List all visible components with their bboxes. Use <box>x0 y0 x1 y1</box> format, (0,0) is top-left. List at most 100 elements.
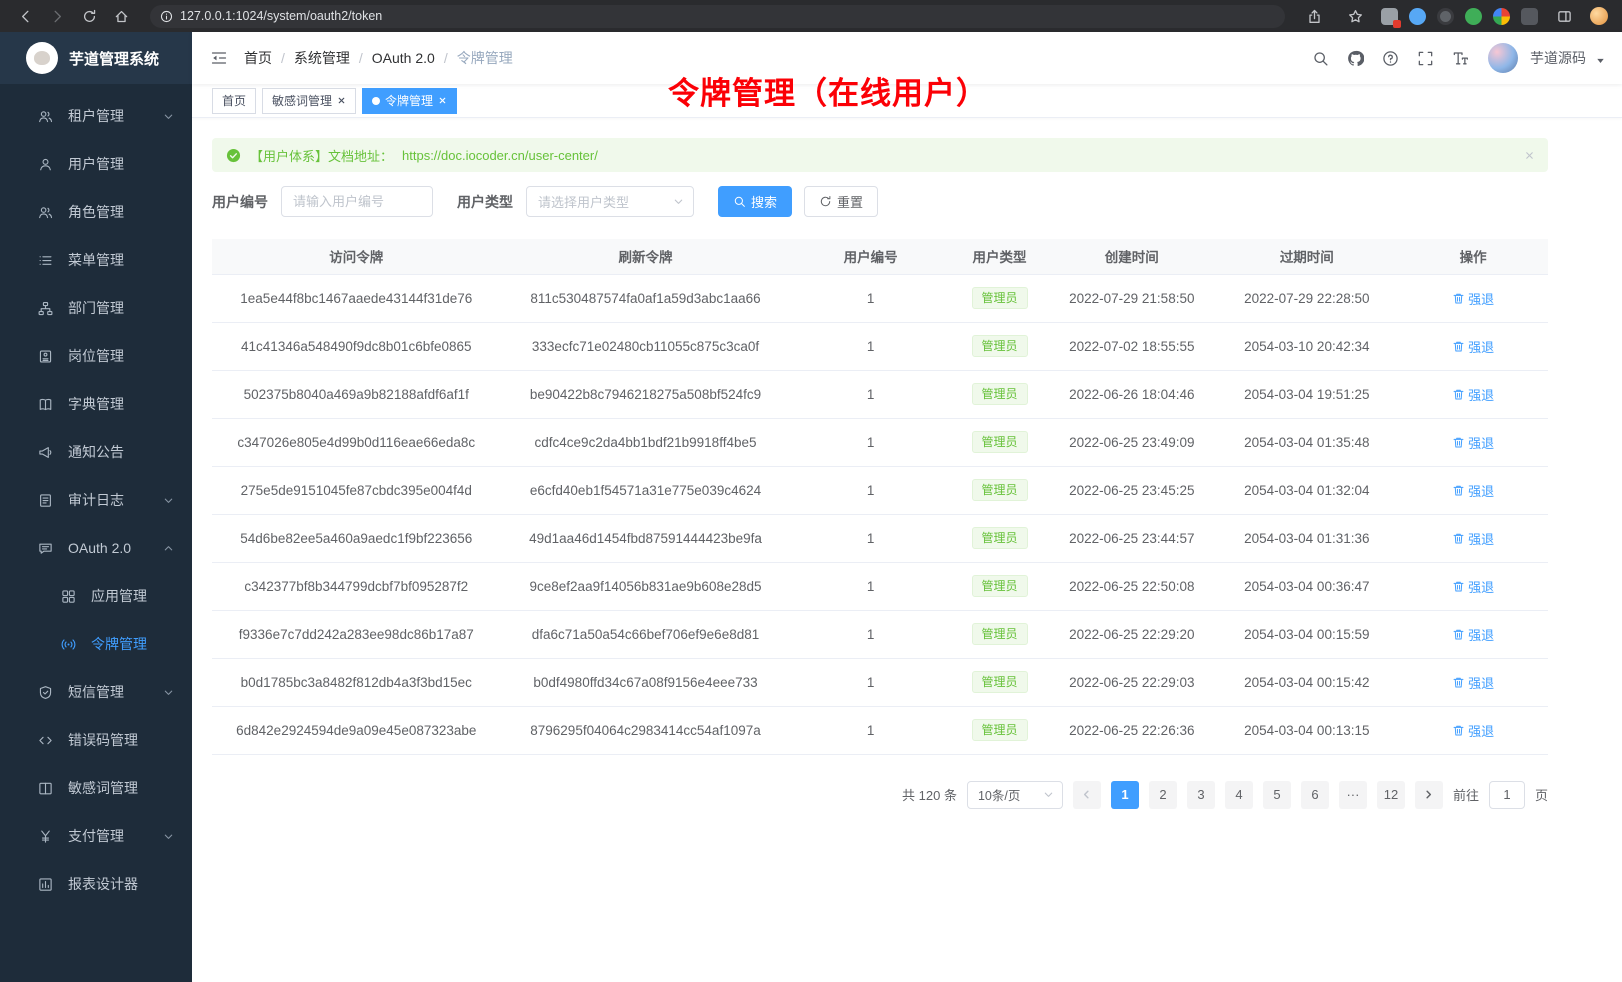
extension-icon-2[interactable] <box>1409 8 1426 25</box>
created-time-cell: 2022-06-25 22:50:08 <box>1048 562 1215 610</box>
breadcrumb-item[interactable]: 首页 <box>244 48 272 68</box>
force-logout-button[interactable]: 强退 <box>1452 289 1494 308</box>
sidebar-item-audit-log[interactable]: 审计日志 <box>0 476 192 524</box>
page-button-3[interactable]: 3 <box>1187 781 1215 809</box>
font-size-icon[interactable] <box>1447 45 1473 71</box>
refresh-token-cell: e6cfd40eb1f54571a31e775e039c4624 <box>501 466 791 514</box>
sidebar-item-user[interactable]: 用户管理 <box>0 140 192 188</box>
prev-page-button[interactable] <box>1073 781 1101 809</box>
tab-close-icon[interactable] <box>438 96 447 105</box>
sidebar-item-menu[interactable]: 菜单管理 <box>0 236 192 284</box>
page-button-2[interactable]: 2 <box>1149 781 1177 809</box>
sidebar-item-tenant[interactable]: 租户管理 <box>0 92 192 140</box>
breadcrumb-item[interactable]: OAuth 2.0 <box>372 50 435 66</box>
pager-more-button[interactable]: ··· <box>1339 781 1367 809</box>
sidebar-item-sms[interactable]: 短信管理 <box>0 668 192 716</box>
user-name[interactable]: 芋道源码 <box>1530 48 1586 68</box>
page-button-12[interactable]: 12 <box>1377 781 1405 809</box>
user-type-cell: 管理员 <box>951 370 1049 418</box>
page-button-5[interactable]: 5 <box>1263 781 1291 809</box>
sidebar-item-oauth2[interactable]: OAuth 2.0 <box>0 524 192 572</box>
sidebar-item-dict[interactable]: 字典管理 <box>0 380 192 428</box>
tab-sensitive-word[interactable]: 敏感词管理 <box>262 88 356 114</box>
search-button[interactable]: 搜索 <box>718 186 792 217</box>
force-logout-button[interactable]: 强退 <box>1452 673 1494 692</box>
sidebar-item-app-management[interactable]: 应用管理 <box>0 572 192 620</box>
reload-icon[interactable] <box>74 4 104 28</box>
sidepanel-icon[interactable] <box>1549 4 1579 28</box>
breadcrumb-item[interactable]: 系统管理 <box>294 48 350 68</box>
force-logout-button[interactable]: 强退 <box>1452 577 1494 596</box>
expire-time-cell: 2054-03-04 00:36:47 <box>1215 562 1398 610</box>
extension-icon-1[interactable] <box>1381 8 1398 25</box>
user-menu-caret-icon[interactable] <box>1595 55 1606 66</box>
sidebar-item-role[interactable]: 角色管理 <box>0 188 192 236</box>
home-icon[interactable] <box>106 4 136 28</box>
fullscreen-icon[interactable] <box>1412 45 1438 71</box>
force-logout-button[interactable]: 强退 <box>1452 481 1494 500</box>
sidebar-item-report-designer[interactable]: 报表设计器 <box>0 860 192 908</box>
address-bar[interactable]: 127.0.0.1:1024/system/oauth2/token <box>150 5 1285 28</box>
sidebar-item-post[interactable]: 岗位管理 <box>0 332 192 380</box>
user-type-cell: 管理员 <box>951 274 1049 322</box>
sidebar-item-label: 错误码管理 <box>68 730 138 750</box>
force-logout-button[interactable]: 强退 <box>1452 529 1494 548</box>
tab-close-icon[interactable] <box>337 96 346 105</box>
reset-button[interactable]: 重置 <box>804 186 878 217</box>
force-logout-button[interactable]: 强退 <box>1452 433 1494 452</box>
breadcrumb: 首页/系统管理/OAuth 2.0/令牌管理 <box>244 48 513 68</box>
extension-icon-6[interactable] <box>1521 8 1538 25</box>
forward-icon[interactable] <box>42 4 72 28</box>
help-icon[interactable] <box>1377 45 1403 71</box>
banner-text: 【用户体系】文档地址： <box>250 146 393 165</box>
github-icon[interactable] <box>1342 45 1368 71</box>
access-token-cell: 54d6be82ee5a460a9aedc1f9bf223656 <box>212 514 501 562</box>
back-icon[interactable] <box>10 4 40 28</box>
goto-page-input[interactable] <box>1489 781 1525 809</box>
page-button-6[interactable]: 6 <box>1301 781 1329 809</box>
page-button-1[interactable]: 1 <box>1111 781 1139 809</box>
doc-link[interactable]: https://doc.iocoder.cn/user-center/ <box>402 148 598 163</box>
chevron-down-icon <box>163 687 174 698</box>
force-logout-button[interactable]: 强退 <box>1452 625 1494 644</box>
extension-icon-4[interactable] <box>1465 8 1482 25</box>
user-id-cell: 1 <box>790 370 950 418</box>
site-info-icon[interactable] <box>160 10 173 23</box>
next-page-button[interactable] <box>1415 781 1443 809</box>
expire-time-cell: 2022-07-29 22:28:50 <box>1215 274 1398 322</box>
user-avatar[interactable] <box>1488 43 1518 73</box>
user-id-input[interactable] <box>281 186 433 217</box>
force-logout-button[interactable]: 强退 <box>1452 337 1494 356</box>
sidebar-item-payment[interactable]: 支付管理 <box>0 812 192 860</box>
search-icon[interactable] <box>1307 45 1333 71</box>
force-logout-button[interactable]: 强退 <box>1452 721 1494 740</box>
sidebar-item-error-code[interactable]: 错误码管理 <box>0 716 192 764</box>
user-id-label: 用户编号 <box>212 192 268 212</box>
total-count: 共 120 条 <box>902 785 957 804</box>
page-size-select[interactable]: 10条/页 <box>967 781 1063 809</box>
sidebar-item-dept[interactable]: 部门管理 <box>0 284 192 332</box>
delete-icon <box>1452 724 1465 737</box>
sidebar-toggle-icon[interactable] <box>210 50 228 66</box>
access-token-cell: b0d1785bc3a8482f812db4a3f3bd15ec <box>212 658 501 706</box>
notice-icon <box>37 445 53 460</box>
share-icon[interactable] <box>1299 4 1329 28</box>
extension-icon-3[interactable] <box>1437 8 1454 25</box>
user-type-select[interactable]: 请选择用户类型 <box>526 186 694 217</box>
sidebar-item-notice[interactable]: 通知公告 <box>0 428 192 476</box>
page-button-4[interactable]: 4 <box>1225 781 1253 809</box>
bookmark-star-icon[interactable] <box>1340 4 1370 28</box>
table-row: f9336e7c7dd242a283ee98dc86b17a87dfa6c71a… <box>212 610 1548 658</box>
tab-token[interactable]: 令牌管理 <box>362 88 457 114</box>
access-token-cell: c347026e805e4d99b0d116eae66eda8c <box>212 418 501 466</box>
sidebar-item-sensitive-word[interactable]: 敏感词管理 <box>0 764 192 812</box>
extension-icon-5[interactable] <box>1493 8 1510 25</box>
table-row: b0d1785bc3a8482f812db4a3f3bd15ecb0df4980… <box>212 658 1548 706</box>
tab-home[interactable]: 首页 <box>212 88 256 114</box>
banner-close-icon[interactable] <box>1524 150 1535 161</box>
sidebar-item-token-management[interactable]: 令牌管理 <box>0 620 192 668</box>
force-logout-button[interactable]: 强退 <box>1452 385 1494 404</box>
code-icon <box>37 733 53 748</box>
browser-profile-avatar[interactable] <box>1590 7 1608 25</box>
user-type-badge: 管理员 <box>972 575 1028 597</box>
